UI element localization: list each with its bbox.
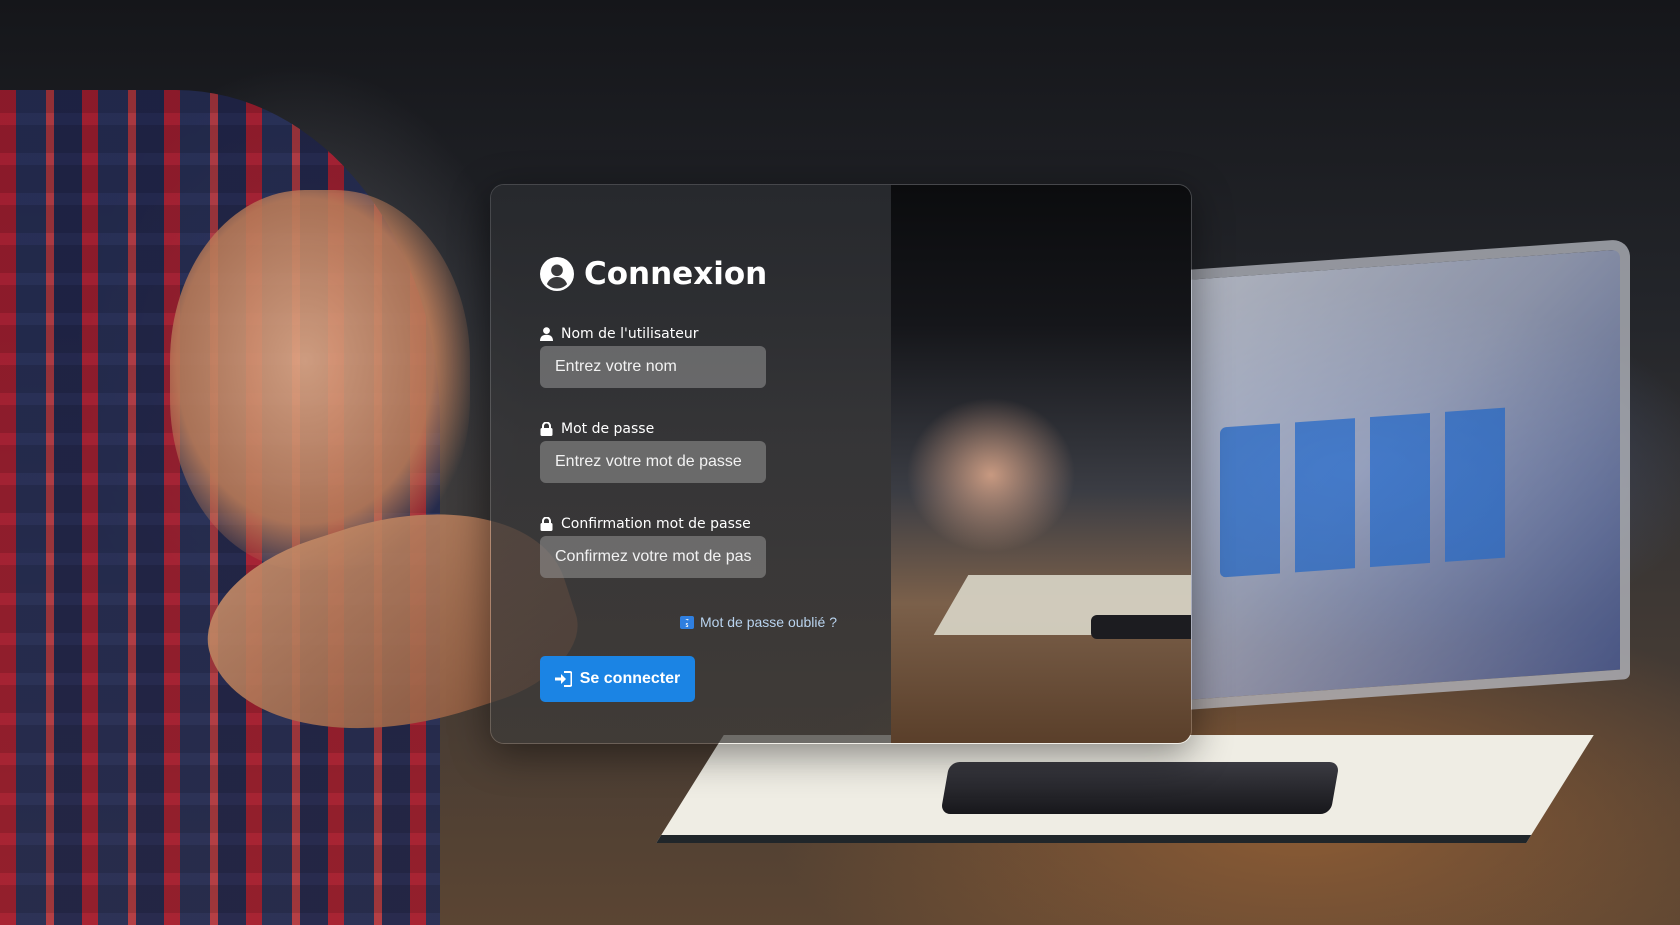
password-input[interactable] [540, 441, 766, 483]
login-button-label: Se connecter [579, 670, 681, 687]
forgot-password-text: Mot de passe oublié ? [700, 614, 837, 630]
confirm-password-label-text: Confirmation mot de passe [561, 516, 751, 532]
login-button[interactable]: Se connecter [540, 656, 695, 702]
card-image-panel [891, 185, 1191, 743]
confirm-password-input[interactable] [540, 536, 766, 578]
user-icon [540, 327, 553, 341]
title-row: Connexion [540, 256, 767, 292]
background-phone [940, 762, 1340, 814]
login-card: Connexion Nom de l'utilisateur Mot de pa… [490, 184, 1192, 744]
background-laptop [1170, 238, 1630, 712]
password-label-text: Mot de passe [561, 421, 655, 437]
forgot-password-link[interactable]: → S Mot de passe oublié ? [680, 614, 837, 630]
username-label: Nom de l'utilisateur [540, 326, 698, 342]
username-label-text: Nom de l'utilisateur [561, 326, 699, 342]
lock-icon [540, 517, 553, 531]
username-input[interactable] [540, 346, 766, 388]
confirm-password-label: Confirmation mot de passe [540, 516, 751, 532]
login-form: Connexion Nom de l'utilisateur Mot de pa… [491, 185, 891, 743]
password-label: Mot de passe [540, 421, 654, 437]
lock-icon [540, 422, 553, 436]
soon-icon: → S [680, 615, 694, 629]
page-title: Connexion [584, 256, 768, 292]
background-hand [170, 190, 470, 570]
sign-in-icon [554, 671, 572, 687]
user-circle-icon [540, 257, 574, 291]
